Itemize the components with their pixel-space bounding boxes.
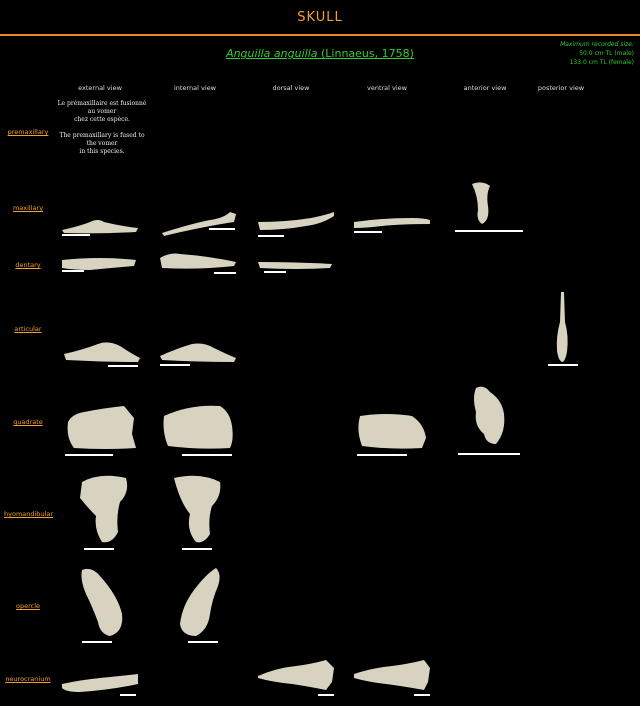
maxillary-anterior-scale-bar bbox=[455, 230, 523, 232]
articular-internal-photo[interactable] bbox=[158, 338, 238, 364]
row-label-articular[interactable]: articular bbox=[4, 325, 52, 333]
max-size-male: 50.0 cm TL (male) bbox=[579, 50, 634, 57]
articular-posterior-scale-bar bbox=[548, 364, 578, 366]
quadrate-ventral-photo[interactable] bbox=[356, 410, 428, 450]
articular-internal-scale-bar bbox=[160, 364, 190, 366]
quadrate-internal-scale-bar bbox=[182, 454, 232, 456]
hyomandibular-external-scale-bar bbox=[84, 548, 114, 550]
premaxillary-note: Le prémaxillaire est fusionné au vomer c… bbox=[56, 100, 148, 164]
col-header-external: external view bbox=[78, 84, 122, 92]
maxillary-internal-scale-bar bbox=[209, 228, 235, 230]
row-label-dentary[interactable]: dentary bbox=[4, 261, 52, 269]
dentary-dorsal-scale-bar bbox=[264, 271, 286, 273]
max-size-heading: Maximum recorded size: bbox=[560, 41, 634, 48]
note-fr-line2: au vomer bbox=[87, 108, 117, 115]
dentary-dorsal-photo[interactable] bbox=[256, 256, 336, 272]
articular-external-scale-bar bbox=[108, 365, 138, 367]
note-en-line3: in this species. bbox=[79, 148, 125, 155]
row-label-maxillary[interactable]: maxillary bbox=[4, 204, 52, 212]
maxillary-ventral-photo[interactable] bbox=[352, 214, 432, 230]
maxillary-external-photo[interactable] bbox=[60, 212, 140, 234]
quadrate-external-photo[interactable] bbox=[64, 404, 138, 450]
maxillary-dorsal-scale-bar bbox=[258, 235, 284, 237]
species-authority[interactable]: (Linnaeus, 1758) bbox=[321, 47, 414, 60]
note-fr-line3: chez cette espèce. bbox=[74, 116, 130, 123]
opercle-external-photo[interactable] bbox=[78, 566, 126, 638]
col-header-ventral: ventral view bbox=[366, 84, 407, 92]
maxillary-anterior-photo[interactable] bbox=[468, 180, 496, 226]
articular-posterior-photo[interactable] bbox=[553, 292, 571, 364]
quadrate-ventral-scale-bar bbox=[357, 454, 407, 456]
note-fr-line1: Le prémaxillaire est fusionné bbox=[57, 100, 147, 107]
neurocranium-dorsal-scale-bar bbox=[318, 694, 334, 696]
row-label-hyomandibular[interactable]: hyomandibular bbox=[4, 510, 53, 518]
quadrate-anterior-scale-bar bbox=[458, 453, 520, 455]
species-link[interactable]: Anguilla anguilla (Linnaeus, 1758) bbox=[0, 47, 640, 60]
opercle-internal-scale-bar bbox=[188, 641, 218, 643]
neurocranium-ventral-photo[interactable] bbox=[352, 658, 432, 692]
neurocranium-external-photo[interactable] bbox=[60, 672, 140, 694]
neurocranium-external-scale-bar bbox=[120, 694, 136, 696]
row-label-neurocranium[interactable]: neurocranium bbox=[4, 675, 52, 683]
quadrate-internal-photo[interactable] bbox=[160, 402, 236, 450]
page-title: SKULL bbox=[297, 10, 343, 25]
hyomandibular-internal-scale-bar bbox=[182, 548, 212, 550]
dentary-internal-scale-bar bbox=[214, 272, 236, 274]
neurocranium-ventral-scale-bar bbox=[414, 694, 430, 696]
max-size-female: 133.0 cm TL (female) bbox=[569, 59, 634, 66]
maxillary-dorsal-photo[interactable] bbox=[256, 210, 336, 232]
quadrate-anterior-photo[interactable] bbox=[470, 384, 510, 446]
note-en-line1: The premaxillary is fused to bbox=[59, 132, 145, 139]
row-label-opercle[interactable]: opercle bbox=[4, 602, 52, 610]
opercle-internal-photo[interactable] bbox=[176, 566, 224, 638]
maxillary-ventral-scale-bar bbox=[354, 231, 382, 233]
articular-external-photo[interactable] bbox=[62, 338, 142, 364]
row-label-premaxillary[interactable]: premaxillary bbox=[4, 128, 52, 136]
opercle-external-scale-bar bbox=[82, 641, 112, 643]
col-header-internal: internal view bbox=[174, 84, 216, 92]
maxillary-internal-photo[interactable] bbox=[160, 208, 240, 236]
hyomandibular-external-photo[interactable] bbox=[76, 472, 132, 544]
neurocranium-dorsal-photo[interactable] bbox=[256, 658, 336, 692]
max-size-box: Maximum recorded size: 50.0 cm TL (male)… bbox=[560, 40, 634, 67]
col-header-posterior: posterior view bbox=[537, 84, 585, 92]
species-name[interactable]: Anguilla anguilla bbox=[226, 47, 317, 60]
dentary-external-scale-bar bbox=[62, 270, 84, 272]
maxillary-external-scale-bar bbox=[62, 234, 90, 236]
dentary-internal-photo[interactable] bbox=[158, 250, 238, 274]
row-label-quadrate[interactable]: quadrate bbox=[4, 418, 52, 426]
note-en-line2: the vomer bbox=[86, 140, 118, 147]
title-divider bbox=[0, 34, 640, 36]
col-header-dorsal: dorsal view bbox=[272, 84, 310, 92]
quadrate-external-scale-bar bbox=[65, 454, 113, 456]
hyomandibular-internal-photo[interactable] bbox=[170, 472, 226, 544]
